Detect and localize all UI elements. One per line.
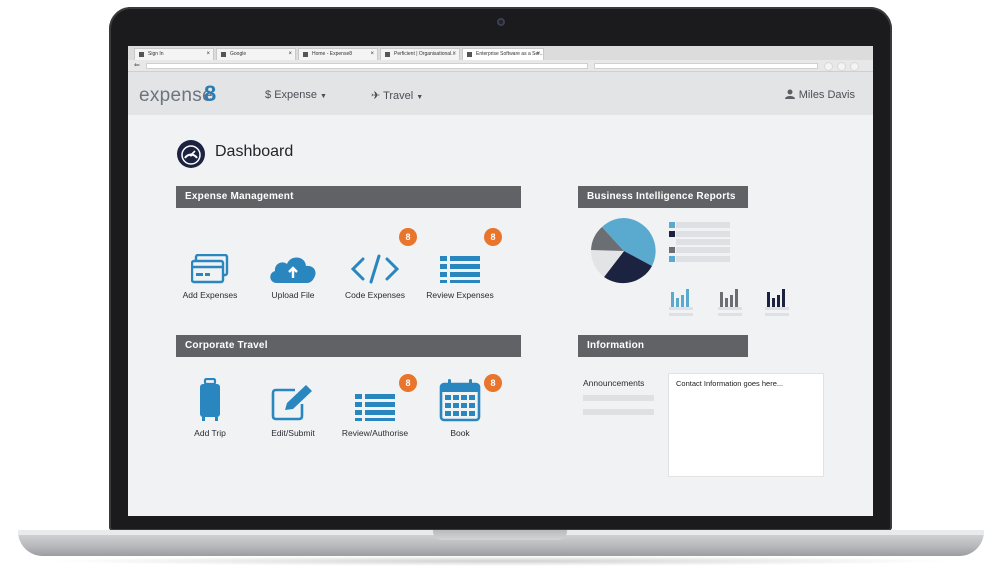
close-tab-icon[interactable]: × — [536, 49, 540, 60]
chart-caption-line — [765, 313, 789, 316]
browser-address-bar: ⇐ — [128, 60, 873, 72]
screen: Sign In × Google × Home - Expense8 × Perfic… — [128, 46, 873, 516]
edit-icon — [271, 385, 312, 421]
announcements-label[interactable]: Announcements — [583, 378, 644, 388]
nav-travel-menu[interactable]: ✈ Travel ▼ — [371, 89, 423, 102]
speedometer-icon — [177, 140, 205, 168]
tile-add-expenses[interactable]: Add Expenses — [170, 238, 250, 300]
tile-label: Edit/Submit — [271, 428, 315, 438]
toolbar-button[interactable] — [850, 62, 859, 71]
tile-label: Review/Authorise — [341, 428, 409, 438]
url-input[interactable] — [146, 63, 588, 69]
logo-mark: 8 — [204, 81, 217, 106]
dollar-icon: $ — [265, 89, 272, 101]
announcement-placeholder — [583, 395, 654, 401]
notification-badge[interactable]: 8 — [484, 228, 502, 246]
section-header-travel: Corporate Travel — [176, 335, 521, 357]
section-header-expense: Expense Management — [176, 186, 521, 208]
tile-label: Add Trip — [194, 428, 226, 438]
page-title: Dashboard — [215, 143, 294, 160]
caret-down-icon: ▼ — [416, 94, 424, 101]
tile-upload-file[interactable]: Upload File — [253, 238, 333, 300]
close-tab-icon[interactable]: × — [206, 49, 210, 60]
browser-tab-label: Home - Expense8 — [312, 51, 353, 57]
favicon-icon — [467, 52, 472, 57]
tile-label: Code Expenses — [344, 290, 405, 300]
contact-info-box: Contact Information goes here... — [668, 373, 824, 477]
toolbar-button[interactable] — [824, 62, 833, 71]
browser-tab-label: Sign In — [148, 51, 164, 57]
chart-caption-line — [669, 313, 693, 316]
credit-card-icon — [191, 254, 229, 284]
app-header: expense 8 $ Expense ▼ ✈ Travel ▼ Miles Dav… — [128, 72, 873, 115]
user-menu[interactable]: Miles Davis — [784, 89, 855, 101]
browser-tab-strip: Sign In × Google × Home - Expense8 × Perfic… — [128, 46, 873, 60]
tile-code-expenses[interactable]: Code Expenses — [335, 238, 415, 300]
announcement-placeholder — [583, 409, 654, 415]
user-name: Miles Davis — [798, 89, 855, 101]
nav-expense-label: Expense — [274, 89, 317, 101]
notification-badge[interactable]: 8 — [399, 228, 417, 246]
favicon-icon — [139, 52, 144, 57]
browser-tab[interactable]: Sign In × — [134, 48, 214, 60]
contact-info-text: Contact Information goes here... — [676, 379, 784, 388]
toolbar-button[interactable] — [837, 62, 846, 71]
tile-review-expenses[interactable]: Review Expenses — [420, 238, 500, 300]
plane-icon: ✈ — [371, 90, 381, 102]
notification-badge[interactable]: 8 — [399, 374, 417, 392]
laptop-notch — [433, 530, 567, 540]
tile-label: Review Expenses — [426, 290, 494, 300]
browser-tab-label: Perficient | Organisational... — [394, 51, 456, 57]
nav-expense-menu[interactable]: $ Expense ▼ — [265, 89, 327, 101]
browser-search-input[interactable] — [594, 63, 818, 69]
tile-label: Upload File — [271, 290, 315, 300]
notification-badge[interactable]: 8 — [484, 374, 502, 392]
close-tab-icon[interactable]: × — [370, 49, 374, 60]
cloud-upload-icon — [270, 257, 316, 283]
back-arrow-icon[interactable]: ⇐ — [134, 61, 140, 69]
list-icon — [440, 256, 480, 283]
calendar-icon — [439, 379, 481, 422]
user-icon — [784, 89, 795, 99]
laptop-shadow — [40, 556, 960, 566]
list-icon — [355, 394, 395, 421]
tile-add-trip[interactable]: Add Trip — [170, 376, 250, 438]
nav-travel-label: Travel — [383, 90, 414, 102]
chart-caption-line — [765, 307, 789, 310]
chart-caption-line — [718, 313, 742, 316]
browser-tab[interactable]: Perficient | Organisational... × — [380, 48, 460, 60]
section-header-information: Information — [578, 335, 748, 357]
section-header-bi-reports: Business Intelligence Reports — [578, 186, 748, 208]
camera-icon — [497, 18, 505, 26]
favicon-icon — [303, 52, 308, 57]
tile-label: Add Expenses — [182, 290, 238, 300]
code-icon — [350, 254, 400, 284]
browser-tab[interactable]: Google × — [216, 48, 296, 60]
tile-edit-submit[interactable]: Edit/Submit — [253, 376, 333, 438]
luggage-icon — [200, 378, 220, 421]
tile-label: Book — [450, 428, 470, 438]
chart-caption-line — [718, 307, 742, 310]
chart-caption-line — [669, 307, 693, 310]
browser-tab-label: Enterprise Software as a Ser... — [476, 51, 544, 57]
favicon-icon — [385, 52, 390, 57]
browser-tab[interactable]: Home - Expense8 × — [298, 48, 378, 60]
pie-chart-icon[interactable] — [590, 217, 658, 285]
browser-tab-label: Google — [230, 51, 247, 57]
app-logo[interactable]: expense — [139, 85, 213, 107]
caret-down-icon: ▼ — [320, 93, 327, 100]
browser-tab-active[interactable]: Enterprise Software as a Ser... × — [462, 48, 544, 60]
close-tab-icon[interactable]: × — [288, 49, 292, 60]
close-tab-icon[interactable]: × — [452, 49, 456, 60]
favicon-icon — [221, 52, 226, 57]
